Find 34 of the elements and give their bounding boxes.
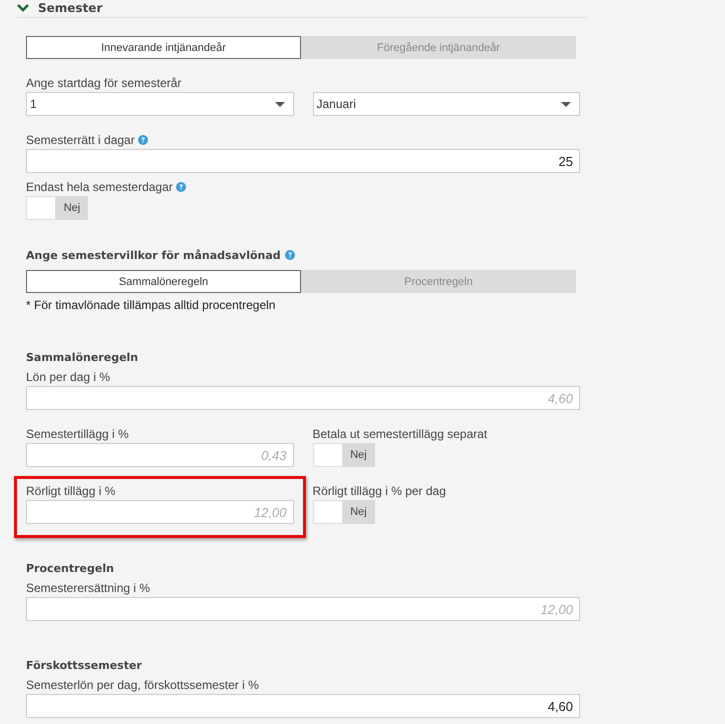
field-label: Semestertillägg i %	[26, 428, 129, 440]
toggle-label: Nej	[342, 500, 374, 524]
section-heading: Sammalöneregeln	[26, 350, 138, 364]
field-label: Semesterersättning i %	[26, 582, 150, 594]
field-label: Rörligt tillägg i %	[26, 485, 116, 497]
tab[interactable]: Innevarande intjänandeår	[26, 36, 301, 59]
section-title[interactable]: Semester	[38, 0, 102, 14]
caret-icon	[561, 102, 571, 106]
field-label: Endast hela semesterdagar	[26, 181, 173, 193]
input-field[interactable]: 0,43	[26, 443, 294, 467]
toggle-switch[interactable]: Nej	[312, 500, 374, 524]
field-label: Ange startdag för semesterår	[26, 77, 182, 89]
dropdown[interactable]: 1	[26, 92, 294, 116]
field-label: Semesterlön per dag, förskottssemester i %	[26, 679, 259, 691]
toggle-label: Nej	[342, 443, 374, 467]
field-label: Semesterrätt i dagar	[26, 134, 135, 146]
toggle-switch[interactable]: Nej	[26, 196, 88, 220]
input-field[interactable]: 25	[26, 149, 580, 173]
tab[interactable]: Sammalöneregeln	[26, 270, 301, 293]
dropdown[interactable]: Januari	[312, 92, 580, 116]
section-heading: Procentregeln	[26, 562, 114, 574]
caret-icon	[274, 102, 284, 106]
input-field[interactable]: 12,00	[26, 500, 294, 524]
toggle-switch[interactable]: Nej	[312, 443, 374, 467]
field-label: Betala ut semestertillägg separat	[312, 428, 488, 440]
input-field[interactable]: 4,60	[26, 694, 580, 718]
section-heading: Förskottssemester	[26, 658, 142, 672]
toggle-label: Nej	[56, 196, 88, 220]
section-heading: Ange semestervillkor för månadsavlönad	[26, 248, 281, 262]
input-field[interactable]: 12,00	[26, 597, 580, 621]
input-field[interactable]: 4,60	[26, 386, 580, 410]
field-label: Rörligt tillägg i % per dag	[312, 485, 446, 497]
note-text: * För timavlönade tillämpas alltid procentregeln	[26, 298, 276, 312]
field-label: Lön per dag i %	[26, 371, 110, 383]
